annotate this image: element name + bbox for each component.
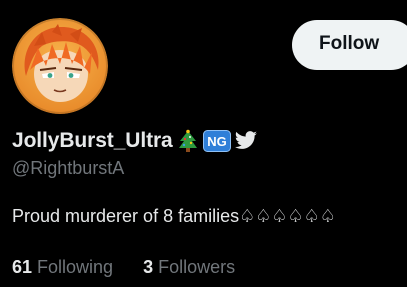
- followers-count: 3: [143, 257, 154, 277]
- follow-button[interactable]: Follow: [292, 20, 407, 70]
- profile-stats: 61 Following 3 Followers: [12, 257, 235, 278]
- follow-button-label: Follow: [319, 33, 380, 54]
- profile-handle: @RightburstA: [12, 158, 125, 178]
- avatar-image: [12, 18, 108, 114]
- twitter-bird-icon: [234, 131, 258, 151]
- following-count: 61: [12, 257, 33, 277]
- avatar[interactable]: [12, 18, 108, 114]
- followers-label: Followers: [158, 257, 236, 277]
- profile-bio: Proud murderer of 8 families♤♤♤♤♤♤: [12, 206, 336, 226]
- ng-badge-icon: NG: [202, 130, 231, 152]
- display-name: JollyBurst_Ultra: [12, 129, 173, 152]
- following-link[interactable]: 61 Following: [12, 257, 113, 278]
- followers-link[interactable]: 3 Followers: [143, 257, 235, 278]
- ng-badge-text: NG: [207, 134, 227, 149]
- following-label: Following: [37, 257, 114, 277]
- christmas-tree-icon: [177, 129, 199, 153]
- profile-name-row: JollyBurst_Ultra NG: [12, 126, 258, 156]
